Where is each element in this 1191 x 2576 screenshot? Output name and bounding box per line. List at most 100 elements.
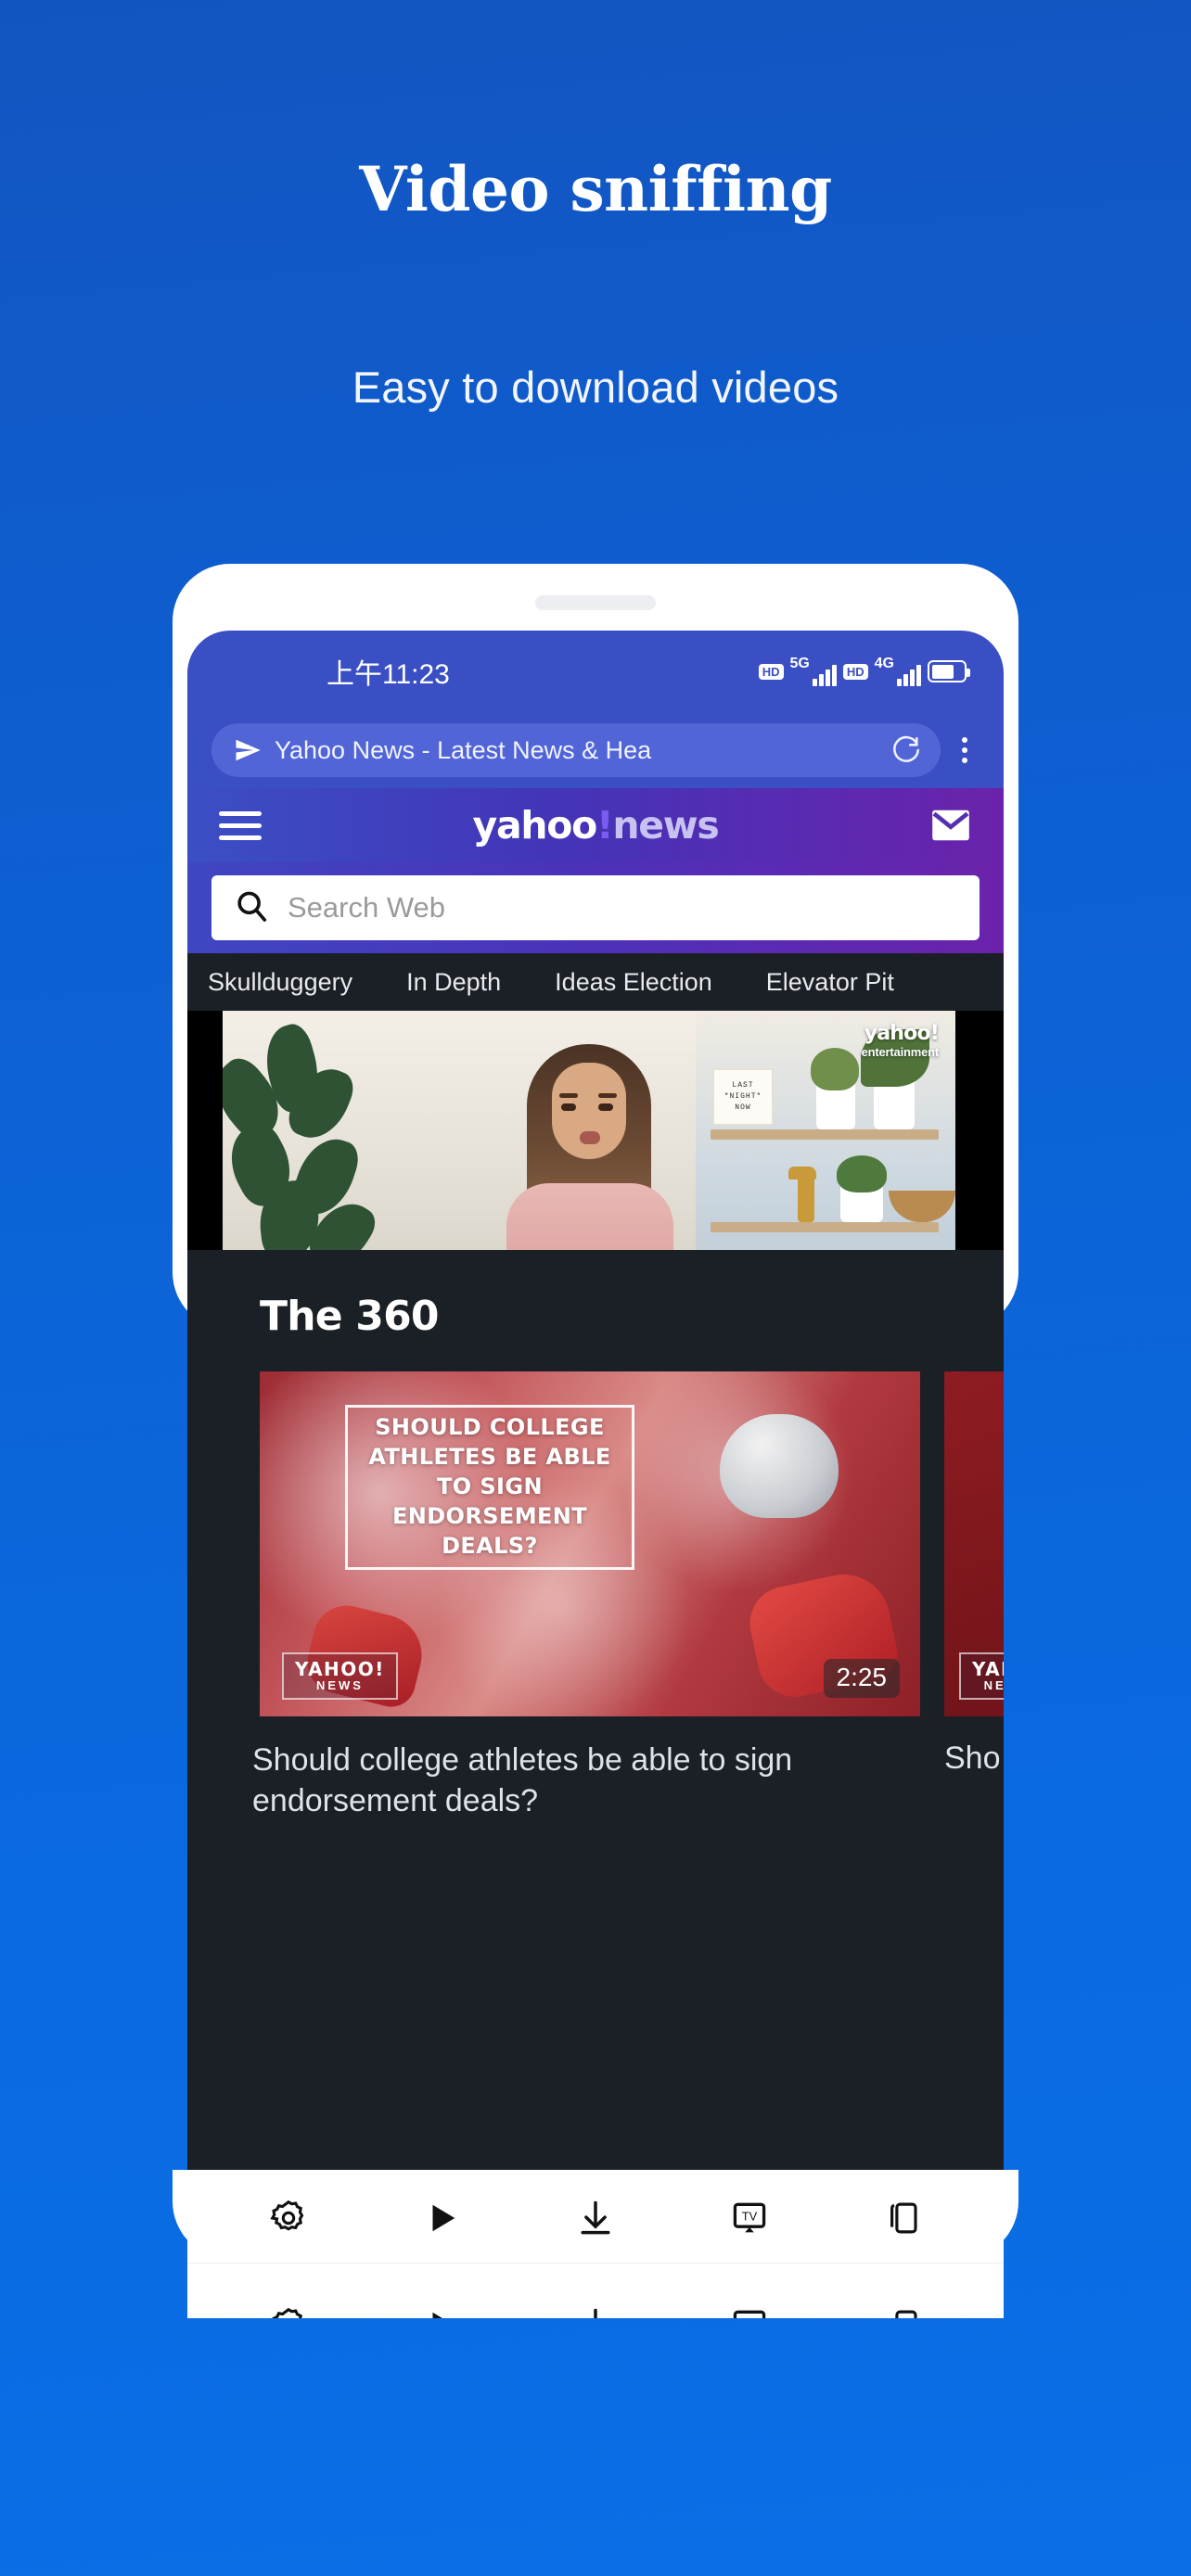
football-helmet [720,1414,839,1518]
download-button-row2[interactable] [554,2295,637,2318]
network-label-5g: 5G [789,656,810,671]
phone-speaker [535,595,656,610]
sign-line-3: NOW [735,1103,751,1112]
signal-bars-icon [812,662,837,686]
search-bar-region: Search Web [187,862,1004,953]
fiddle-leaf-plant [223,1018,427,1250]
browser-bottom-toolbar-secondary [187,2263,1004,2318]
nav-tabs[interactable]: Skullduggery In Depth Ideas Election Ele… [187,953,1004,1011]
yahoo-news-badge: YAHOO! NEWS [282,1651,398,1700]
page-subtitle: Easy to download videos [352,363,839,412]
giraffe-figurine [798,1174,814,1222]
url-text: Yahoo News - Latest News & Hea [275,735,652,764]
card-overlay-title: SHOULD COLLEGE ATHLETES BE ABLE TO SIGN … [345,1405,634,1570]
tab-skullduggery[interactable]: Skullduggery [208,968,352,997]
shelf-upper [711,1129,939,1140]
video-presenter [501,1037,677,1250]
video-caption-next[interactable]: Sho [944,1741,1004,1821]
settings-gear-icon [268,2305,309,2318]
volume-down-button[interactable] [173,914,174,996]
page-title: Video sniffing [359,153,832,225]
yahoo-entertainment-watermark: yahoo! entertainment [861,1022,940,1059]
yahoo-news-logo[interactable]: yahoo!news [262,803,929,848]
tab-elevator-pitch[interactable]: Elevator Pit [766,968,894,997]
site-header: yahoo!news [187,788,1004,862]
video-card-next[interactable]: YAH NE [944,1371,1004,1716]
presenter-face [552,1063,626,1159]
badge-line-1: YAH [972,1657,1004,1680]
status-time: 上午11:23 [327,659,450,690]
download-icon [575,2198,616,2243]
kebab-menu-icon[interactable] [946,737,983,763]
video-card[interactable]: SHOULD COLLEGE ATHLETES BE ABLE TO SIGN … [260,1371,920,1716]
video-duration-badge: 2:25 [823,1659,900,1698]
browser-toolbar: Yahoo News - Latest News & Hea [187,712,1004,788]
mail-icon[interactable] [929,809,972,842]
power-button[interactable] [1017,979,1018,1079]
plant-upper [811,1048,859,1090]
play-icon [424,2199,459,2242]
url-input[interactable]: Yahoo News - Latest News & Hea [211,723,941,777]
sign-line-2: *NIGHT* [724,1092,762,1101]
play-icon [424,2306,459,2318]
cast-button[interactable]: TV [708,2187,791,2252]
battery-icon [928,660,970,682]
card-overlay-text: SHOULD COLLEGE ATHLETES BE ABLE TO SIGN … [368,1414,611,1559]
video-caption[interactable]: Should college athletes be able to sign … [252,1741,920,1821]
signal-5g: 5G [790,657,837,686]
section-title: The 360 [260,1293,440,1340]
tabs-copy-icon [883,2198,922,2243]
cast-button-row2[interactable] [708,2295,791,2318]
cast-tv-icon: TV [729,2198,770,2243]
sign-line-1: LAST [732,1081,754,1090]
settings-button[interactable] [247,2187,330,2252]
video-card-carousel[interactable]: SHOULD COLLEGE ATHLETES BE ABLE TO SIGN … [187,1371,1004,1716]
browser-bottom-toolbar: TV [187,2177,1004,2263]
send-icon [234,736,262,764]
logo-news: news [612,803,719,848]
badge-line-2: NE [983,1677,1004,1692]
badge-line-1: YAHOO! [295,1657,385,1680]
status-indicators: HD 5G HD 4G [758,657,970,686]
download-icon [575,2305,616,2318]
play-button-row2[interactable] [400,2295,483,2318]
tabs-button[interactable] [861,2187,944,2252]
video-caption-row: Should college athletes be able to sign … [187,1741,1004,1821]
search-placeholder: Search Web [288,891,446,924]
volume-up-button[interactable] [173,814,174,896]
signal-bars-icon [897,662,921,686]
giraffe-head [788,1167,816,1180]
section-the-360: The 360 SHOULD COLLEGE ATHLETES BE ABLE … [187,1250,1004,2177]
status-bar: 上午11:23 HD 5G HD 4G [187,631,1004,712]
search-icon [234,888,269,928]
hd-badge-2: HD [842,663,868,680]
hero-video-player[interactable]: LAST *NIGHT* NOW yahoo! entertainment [187,1011,1004,1250]
hamburger-icon[interactable] [219,810,262,840]
presenter-shirt [506,1183,673,1250]
svg-text:TV: TV [741,2209,757,2223]
plant-pot-fern [874,1079,915,1129]
hero-video-frame: LAST *NIGHT* NOW yahoo! entertainment [223,1011,955,1250]
tab-in-depth[interactable]: In Depth [406,968,501,997]
hd-badge-1: HD [758,663,784,680]
watermark-line-2: entertainment [861,1045,940,1059]
logo-yahoo: yahoo [472,803,598,848]
tabs-button-row2[interactable] [861,2295,944,2318]
plant-lower [837,1155,887,1192]
badge-line-2: NEWS [315,1677,364,1692]
tab-ideas-election[interactable]: Ideas Election [555,968,712,997]
search-input[interactable]: Search Web [211,875,980,940]
download-button[interactable] [554,2187,637,2252]
tabs-copy-icon [883,2305,922,2318]
settings-gear-icon [268,2198,309,2243]
cast-tv-icon [729,2305,770,2318]
yahoo-news-badge: YAH NE [959,1651,1004,1700]
reload-icon[interactable] [890,734,922,766]
settings-button-row2[interactable] [247,2295,330,2318]
network-label-4g: 4G [874,656,894,671]
logo-bang: ! [596,803,614,848]
shelf-lower [711,1222,939,1232]
play-button[interactable] [400,2187,483,2252]
watermark-line-1: yahoo! [864,1022,940,1045]
signal-4g: 4G [875,657,921,686]
